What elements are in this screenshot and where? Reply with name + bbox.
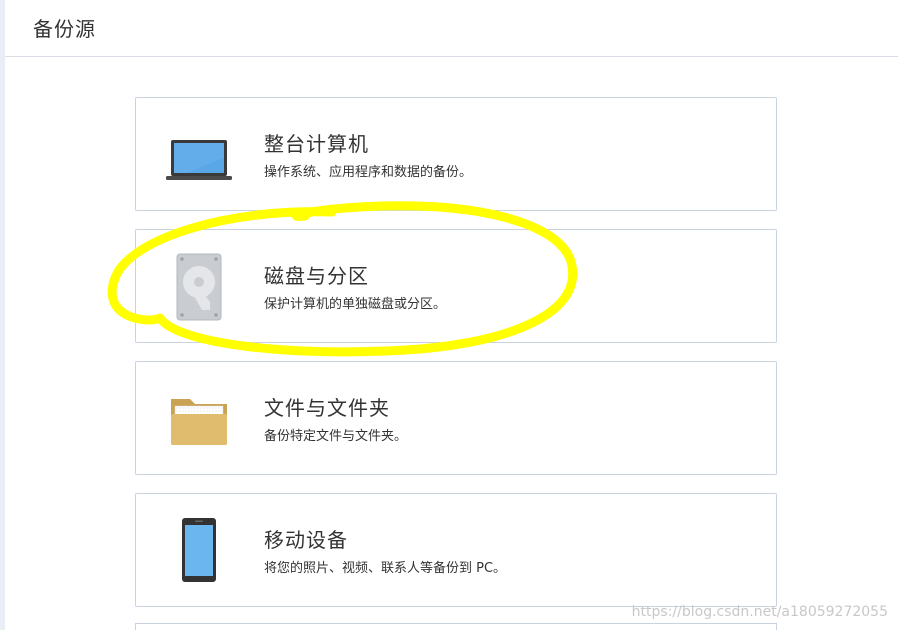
option-entire-computer[interactable]: 整台计算机 操作系统、应用程序和数据的备份。 xyxy=(135,97,777,211)
option-title: 整台计算机 xyxy=(264,132,369,156)
option-files-folders[interactable]: 文件与文件夹 备份特定文件与文件夹。 xyxy=(135,361,777,475)
backup-source-panel: 备份源 整台计算机 操作系统、应用程序和数据的备份。 磁盘与分区 保护计算机的单… xyxy=(0,0,898,630)
mobile-phone-icon xyxy=(182,518,216,582)
hard-disk-icon xyxy=(176,253,222,321)
page-title: 备份源 xyxy=(33,17,96,41)
laptop-icon xyxy=(166,140,232,180)
folder-icon xyxy=(171,399,227,445)
option-mobile-device[interactable]: 移动设备 将您的照片、视频、联系人等备份到 PC。 xyxy=(135,493,777,607)
watermark: https://blog.csdn.net/a18059272055 xyxy=(631,604,888,620)
option-title: 磁盘与分区 xyxy=(264,264,369,288)
left-edge-strip xyxy=(0,0,5,630)
header: 备份源 xyxy=(5,0,898,57)
option-description: 将您的照片、视频、联系人等备份到 PC。 xyxy=(264,561,507,576)
option-title: 文件与文件夹 xyxy=(264,396,390,420)
option-description: 备份特定文件与文件夹。 xyxy=(264,429,408,444)
option-description: 保护计算机的单独磁盘或分区。 xyxy=(264,297,447,312)
option-disk-partition[interactable]: 磁盘与分区 保护计算机的单独磁盘或分区。 xyxy=(135,229,777,343)
option-description: 操作系统、应用程序和数据的备份。 xyxy=(264,165,473,180)
next-option-card-partial xyxy=(135,623,777,630)
option-title: 移动设备 xyxy=(264,528,348,552)
